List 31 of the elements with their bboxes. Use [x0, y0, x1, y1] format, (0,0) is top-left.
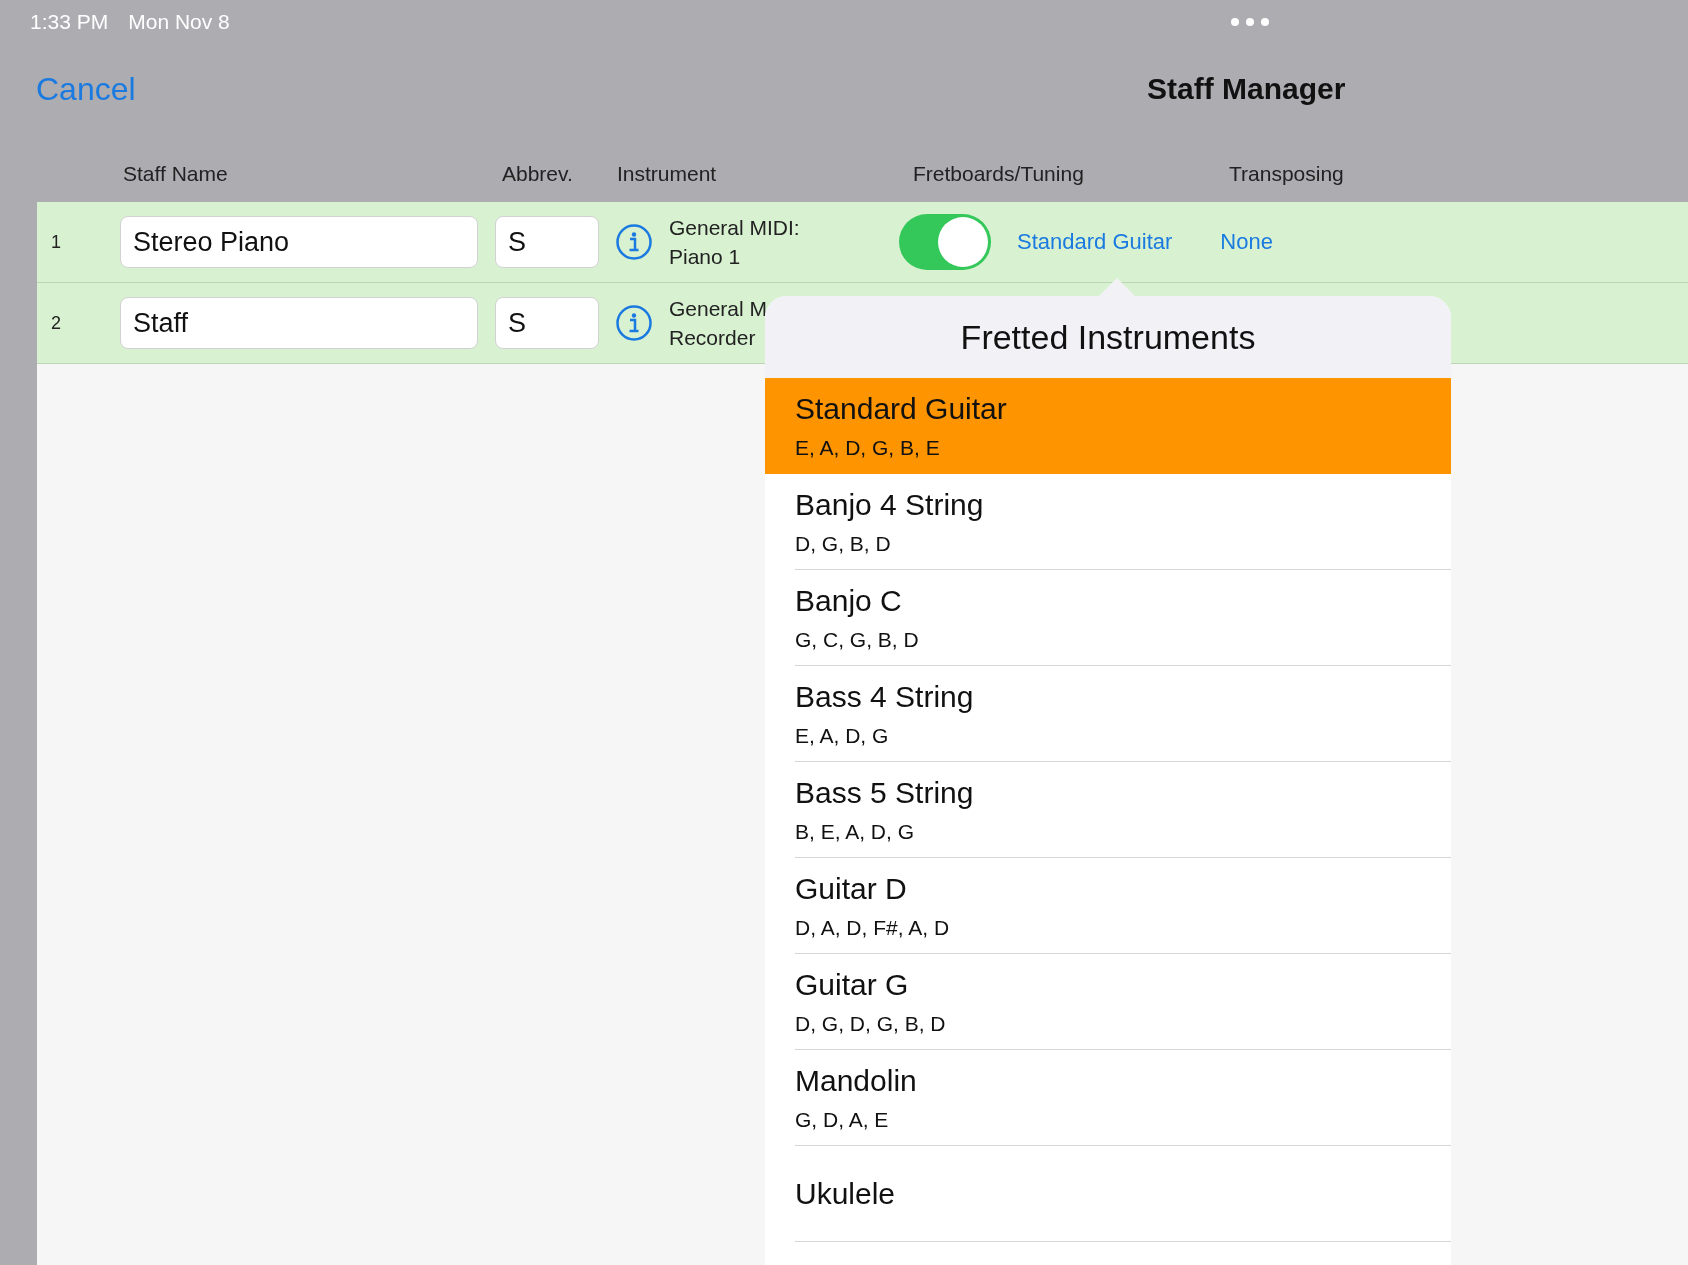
instrument-option[interactable]: Standard Guitar E, A, D, G, B, E [765, 378, 1451, 474]
tuning-link[interactable]: Standard Guitar [1013, 225, 1177, 259]
column-header: Staff Name [123, 162, 228, 186]
instrument-label: General MIDI: Piano 1 [669, 215, 801, 270]
row-number: 1 [50, 231, 62, 253]
column-header: Instrument [617, 162, 717, 186]
popover-title: Fretted Instruments [765, 296, 1451, 378]
instrument-option[interactable]: Bass 4 String E, A, D, G [795, 666, 1451, 762]
window-title: Staff Manager [1147, 72, 1346, 106]
abbrev-field[interactable]: S [495, 297, 599, 349]
column-header: Abbrev. [502, 162, 573, 186]
instrument-option[interactable]: Guitar D D, A, D, F#, A, D [795, 858, 1451, 954]
row-number: 2 [50, 312, 62, 334]
staff-name-field[interactable]: Staff [120, 297, 478, 349]
status-date: Mon Nov 8 [128, 10, 230, 34]
more-dots-icon [1230, 17, 1270, 27]
instrument-option[interactable]: Ukulele [795, 1146, 1451, 1242]
fretboard-toggle[interactable] [899, 214, 991, 270]
instrument-option[interactable]: Guitar G D, G, D, G, B, D [795, 954, 1451, 1050]
instrument-option[interactable]: Mandolin G, D, A, E [795, 1050, 1451, 1146]
abbrev-field[interactable]: S [495, 216, 599, 268]
column-header: Transposing [1229, 162, 1344, 186]
staff-name-field[interactable]: Stereo Piano [120, 216, 478, 268]
info-icon[interactable] [615, 304, 653, 342]
info-icon[interactable] [615, 223, 653, 261]
status-time: 1:33 PM [30, 10, 109, 34]
instrument-option[interactable]: Banjo 4 String D, G, B, D [795, 474, 1451, 570]
column-header: Fretboards/Tuning [913, 162, 1084, 186]
instrument-option[interactable]: Banjo C G, C, G, B, D [795, 570, 1451, 666]
transposing-link[interactable]: None [1216, 225, 1277, 259]
instrument-option[interactable]: Bass 5 String B, E, A, D, G [795, 762, 1451, 858]
